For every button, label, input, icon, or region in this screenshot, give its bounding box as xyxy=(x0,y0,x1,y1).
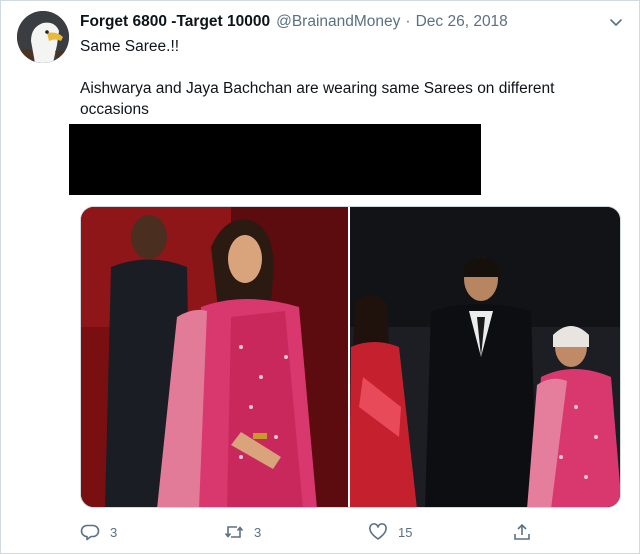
photo-left xyxy=(81,207,349,507)
redaction-box xyxy=(69,124,481,195)
separator-dot: · xyxy=(405,13,411,30)
eagle-icon xyxy=(17,11,69,63)
photo-right xyxy=(349,207,620,507)
retweet-button[interactable]: 3 xyxy=(224,519,261,545)
tweet-date[interactable]: Dec 26, 2018 xyxy=(416,13,508,31)
reply-icon xyxy=(80,524,100,541)
like-button[interactable]: 15 xyxy=(368,519,412,545)
user-handle[interactable]: @BrainandMoney xyxy=(276,13,400,31)
tweet-media[interactable] xyxy=(80,206,621,508)
tweet-header: Forget 6800 -Target 10000 @BrainandMoney… xyxy=(80,11,599,33)
retweet-count: 3 xyxy=(254,524,262,540)
avatar[interactable] xyxy=(17,11,69,63)
retweet-icon xyxy=(224,526,244,538)
tweet-actions: 3 3 15 xyxy=(80,519,540,545)
tweet-text-line-2: Aishwarya and Jaya Bachchan are wearing … xyxy=(80,80,555,118)
reply-count: 3 xyxy=(110,524,118,540)
heart-icon xyxy=(369,523,387,540)
media-image xyxy=(81,207,620,507)
display-name[interactable]: Forget 6800 -Target 10000 xyxy=(80,13,270,31)
tweet-card[interactable]: Forget 6800 -Target 10000 @BrainandMoney… xyxy=(0,0,640,554)
like-count: 15 xyxy=(398,524,413,540)
share-icon xyxy=(514,523,530,540)
tweet-text: Same Saree.!! Aishwarya and Jaya Bachcha… xyxy=(80,36,600,120)
tweet-text-line-1: Same Saree.!! xyxy=(80,38,180,55)
reply-button[interactable]: 3 xyxy=(80,519,117,545)
share-button[interactable] xyxy=(512,519,532,545)
chevron-down-icon[interactable] xyxy=(607,13,625,31)
